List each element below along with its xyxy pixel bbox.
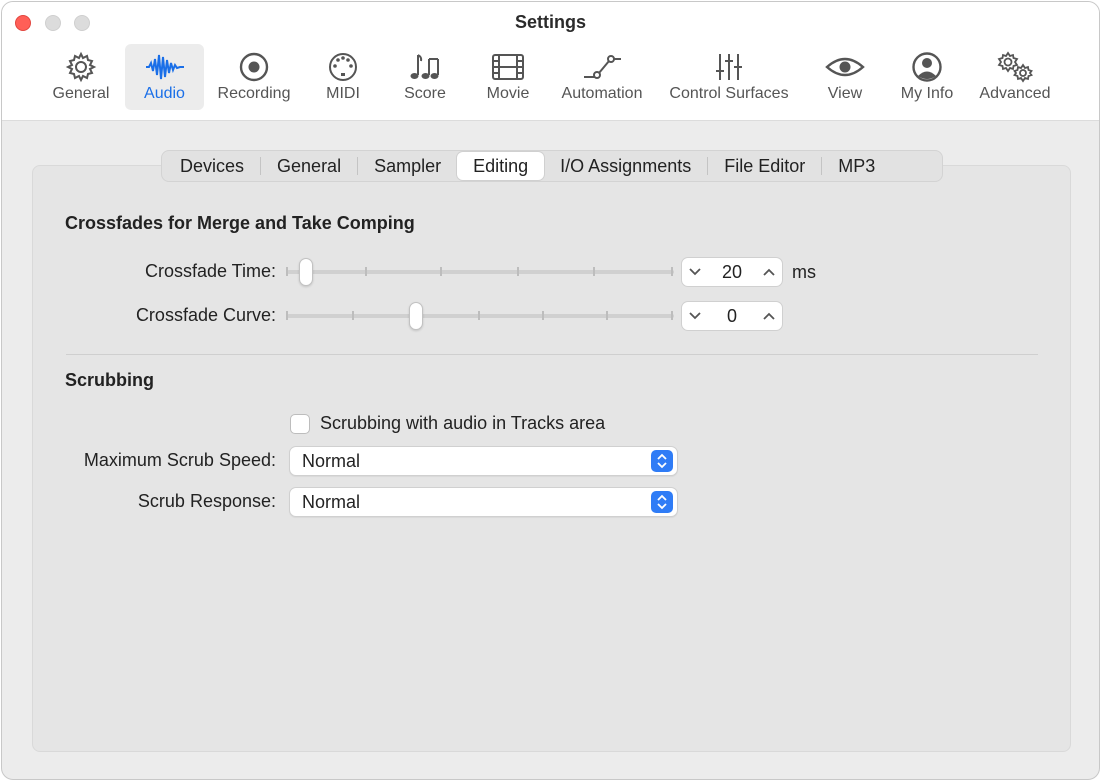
max-scrub-speed-label: Maximum Scrub Speed: xyxy=(83,450,276,470)
scrubbing-audio-checkbox-label[interactable]: Scrubbing with audio in Tracks area xyxy=(320,413,605,434)
max-scrub-speed-value: Normal xyxy=(302,451,361,471)
toolbar-label: Score xyxy=(404,85,446,102)
window-title: Settings xyxy=(514,12,586,32)
max-scrub-speed-popup[interactable]: Normal xyxy=(289,446,678,476)
toolbar-label: My Info xyxy=(900,85,954,102)
crossfade-curve-label: Crossfade Curve: xyxy=(135,305,276,325)
chevron-up-icon[interactable] xyxy=(756,258,782,286)
music-notes-icon xyxy=(410,54,439,79)
crossfade-time-label: Crossfade Time: xyxy=(144,261,276,281)
gear-icon xyxy=(65,51,97,83)
person-icon xyxy=(912,52,942,82)
gears-icon xyxy=(997,51,1033,83)
automation-icon xyxy=(584,55,621,79)
crossfade-time-slider-track[interactable] xyxy=(287,270,674,274)
slider-tick xyxy=(671,311,673,320)
toolbar-item-advanced[interactable]: Advanced xyxy=(974,44,1056,110)
toolbar-item-control-surfaces[interactable]: Control Surfaces xyxy=(662,44,796,110)
slider-tick xyxy=(542,311,544,320)
chevron-down-icon[interactable] xyxy=(682,302,708,330)
scrubbing-audio-checkbox[interactable] xyxy=(290,414,310,434)
popup-arrows-icon xyxy=(651,491,673,513)
toolbar-label: Recording xyxy=(217,85,291,102)
slider-tick xyxy=(286,311,288,320)
toolbar-item-recording[interactable]: Recording xyxy=(208,44,300,110)
crossfade-time-slider-thumb[interactable] xyxy=(299,258,313,286)
tab-bar: Devices General Sampler Editing I/O Assi… xyxy=(161,150,943,182)
section-divider xyxy=(66,354,1038,355)
settings-window: Settings General Audio Recording MIDI Sc… xyxy=(1,1,1100,780)
tab-file-editor[interactable]: File Editor xyxy=(708,152,821,180)
midi-icon xyxy=(329,53,357,81)
waveform-icon xyxy=(145,54,184,80)
popup-arrows-icon xyxy=(651,450,673,472)
toolbar-label: General xyxy=(52,85,110,102)
toolbar-item-score[interactable]: Score xyxy=(392,44,458,110)
tab-editing[interactable]: Editing xyxy=(457,152,545,180)
chevron-up-icon[interactable] xyxy=(756,302,782,330)
toolbar-item-my-info[interactable]: My Info xyxy=(890,44,964,110)
toolbar-item-midi[interactable]: MIDI xyxy=(312,44,374,110)
record-icon xyxy=(239,52,269,82)
toolbar-item-automation[interactable]: Automation xyxy=(554,44,650,110)
tab-general[interactable]: General xyxy=(261,152,357,180)
slider-tick xyxy=(440,267,442,276)
slider-tick xyxy=(593,267,595,276)
slider-tick xyxy=(517,267,519,276)
slider-tick xyxy=(365,267,367,276)
crossfade-time-value[interactable]: 20 xyxy=(708,262,756,283)
slider-tick xyxy=(671,267,673,276)
tab-devices[interactable]: Devices xyxy=(164,152,260,180)
toolbar-item-view[interactable]: View xyxy=(814,44,876,110)
film-icon xyxy=(492,54,524,80)
toolbar-label: Automation xyxy=(561,85,643,102)
eye-icon xyxy=(825,57,865,77)
slider-tick xyxy=(286,267,288,276)
slider-tick xyxy=(352,311,354,320)
scrub-response-label: Scrub Response: xyxy=(137,491,276,511)
tab-io-assignments[interactable]: I/O Assignments xyxy=(544,152,707,180)
toolbar-item-audio[interactable]: Audio xyxy=(125,44,204,110)
crossfade-curve-stepper[interactable]: 0 xyxy=(681,301,783,331)
toolbar-item-movie[interactable]: Movie xyxy=(475,44,541,110)
crossfades-section-title: Crossfades for Merge and Take Comping xyxy=(65,213,415,233)
slider-tick xyxy=(606,311,608,320)
chevron-down-icon[interactable] xyxy=(682,258,708,286)
toolbar-label: MIDI xyxy=(326,85,360,102)
crossfade-curve-slider-track[interactable] xyxy=(287,314,674,318)
titlebar: Settings General Audio Recording MIDI Sc… xyxy=(2,2,1099,121)
toolbar-label: Audio xyxy=(144,85,185,102)
tab-sampler[interactable]: Sampler xyxy=(358,152,457,180)
toolbar-item-general[interactable]: General xyxy=(40,44,122,110)
toolbar-label: Advanced xyxy=(979,85,1051,102)
scrub-response-value: Normal xyxy=(302,492,361,512)
scrub-response-popup[interactable]: Normal xyxy=(289,487,678,517)
tab-mp3[interactable]: MP3 xyxy=(822,152,891,180)
crossfade-time-stepper[interactable]: 20 xyxy=(681,257,783,287)
sliders-icon xyxy=(716,54,742,80)
crossfade-time-unit: ms xyxy=(792,262,816,282)
scrubbing-section-title: Scrubbing xyxy=(65,370,154,390)
toolbar-label: Movie xyxy=(486,85,530,102)
crossfade-curve-value[interactable]: 0 xyxy=(708,306,756,327)
toolbar-label: View xyxy=(827,85,863,102)
slider-tick xyxy=(478,311,480,320)
crossfade-curve-slider-thumb[interactable] xyxy=(409,302,423,330)
toolbar-label: Control Surfaces xyxy=(669,85,789,102)
